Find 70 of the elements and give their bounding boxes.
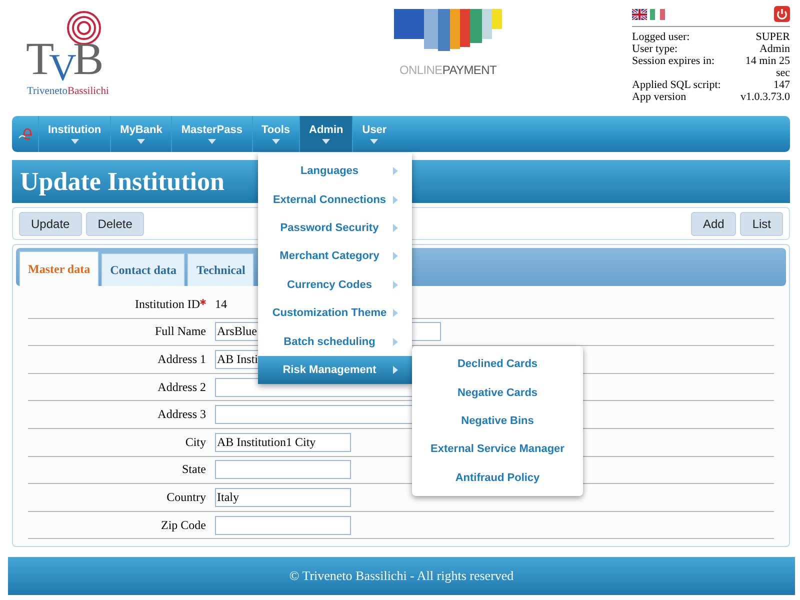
session-label: Applied SQL script: — [632, 79, 722, 91]
tab[interactable]: Contact data — [101, 253, 186, 286]
text-input-field[interactable] — [215, 516, 351, 535]
page-title: Update Institution — [20, 166, 224, 196]
menu-item[interactable]: Risk Management — [258, 356, 412, 384]
field-label: Institution ID — [135, 296, 200, 312]
chevron-right-icon — [393, 252, 398, 260]
submenu-item[interactable]: Negative Cards — [412, 378, 583, 407]
session-label: Logged user: — [632, 31, 691, 43]
chevron-right-icon — [393, 280, 398, 289]
menu-item[interactable]: Currency Codes — [258, 270, 412, 299]
chevron-right-icon — [393, 167, 398, 176]
session-label: Session expires in: — [632, 55, 716, 69]
field-label: Full Name — [155, 324, 206, 340]
text-input-field[interactable] — [215, 460, 351, 480]
text-input-field[interactable]: AB Institution1 City — [215, 432, 351, 452]
session-value: Admin — [759, 43, 790, 55]
field-label: Country — [166, 490, 206, 505]
chevron-right-icon — [393, 224, 398, 232]
field-label: State — [182, 462, 206, 478]
tab[interactable]: Technical — [187, 253, 254, 286]
session-label: User type: — [632, 43, 679, 55]
caret-icon — [137, 139, 146, 144]
nav-menu-item[interactable]: MasterPass — [171, 116, 252, 152]
toolbar-button[interactable]: Update — [19, 212, 82, 236]
banner-caption: ONLINEPAYMENT — [399, 63, 497, 77]
power-icon[interactable] — [774, 6, 790, 22]
submenu-item[interactable]: Negative Bins — [412, 406, 583, 436]
text-input-field[interactable]: Italy — [215, 488, 351, 507]
nav-menu-item[interactable]: Institution — [38, 116, 110, 152]
menu-item[interactable]: Batch scheduling — [258, 327, 412, 356]
caret-icon — [208, 139, 216, 144]
chevron-right-icon — [393, 309, 398, 318]
submenu-item[interactable]: Antifraud Policy — [412, 464, 583, 492]
italy-flag-icon[interactable] — [650, 8, 665, 20]
submenu-item[interactable]: Declined Cards — [412, 350, 583, 378]
home-e-icon[interactable] — [18, 126, 34, 142]
caret-icon — [70, 139, 79, 144]
menu-item[interactable]: Merchant Category — [258, 242, 412, 271]
caret-icon — [272, 139, 280, 144]
field-label: City — [185, 434, 206, 450]
chevron-right-icon — [393, 338, 398, 346]
field-label: Address 2 — [158, 380, 206, 395]
field-label: Address 1 — [158, 352, 206, 367]
session-value: 14 min 25 sec — [744, 55, 790, 79]
session-value: SUPER — [756, 31, 790, 43]
tab[interactable]: Master data — [19, 251, 100, 286]
caret-icon — [322, 139, 330, 144]
uk-flag-icon[interactable] — [632, 8, 647, 20]
nav-menu-item[interactable]: User — [352, 116, 396, 152]
caret-icon — [370, 139, 378, 144]
toolbar-button[interactable]: Add — [690, 212, 736, 236]
field-label: Address 3 — [158, 407, 206, 422]
menu-item[interactable]: Customization Theme — [258, 298, 412, 328]
session-label: App version — [632, 91, 688, 103]
copyright-text: © Triveneto Bassilichi - All rights reserved — [289, 568, 514, 584]
field-label: Zip Code — [161, 518, 206, 533]
toolbar-button[interactable]: Delete — [86, 212, 144, 236]
session-value: 147 — [774, 79, 790, 91]
menu-item[interactable]: External Connections — [258, 185, 412, 214]
toolbar-button[interactable]: List — [740, 212, 783, 236]
menu-item[interactable]: Languages — [258, 157, 412, 186]
submenu-item[interactable]: External Service Manager — [412, 435, 583, 464]
session-value: v1.0.3.73.0 — [740, 91, 790, 103]
nav-menu-item[interactable]: Admin — [299, 116, 352, 152]
field-value: 14 — [215, 296, 227, 312]
chevron-right-icon — [393, 196, 398, 204]
nav-menu-item[interactable]: MyBank — [110, 116, 172, 152]
chevron-right-icon — [393, 366, 398, 374]
menu-item[interactable]: Password Security — [258, 214, 412, 242]
